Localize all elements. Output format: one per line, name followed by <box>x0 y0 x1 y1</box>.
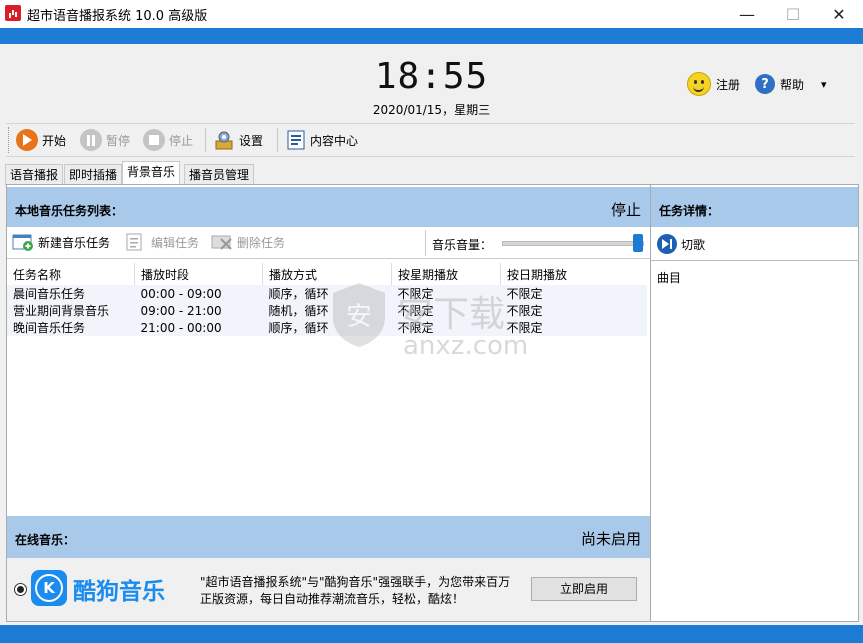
task-detail-panel: 任务详情： 切歌 曲目 <box>650 184 859 622</box>
help-icon: ? <box>755 74 775 94</box>
watermark-shield-icon: 安 <box>329 281 389 349</box>
online-music-title: 在线音乐： <box>15 533 76 547</box>
pause-label: 暂停 <box>106 133 131 148</box>
stop-label: 停止 <box>169 133 194 148</box>
background-music-panel: 本地音乐任务列表： 停止 新建音乐任务 编辑任务 删除任务 音乐音量： 任务名称… <box>6 184 652 622</box>
toolbar-separator <box>277 128 278 152</box>
play-icon <box>16 129 38 151</box>
watermark-text: 安下载 <box>397 294 506 335</box>
kugou-brand-name: 酷狗音乐 <box>73 579 165 605</box>
settings-label: 设置 <box>239 133 264 148</box>
start-button[interactable]: 开始 <box>16 128 66 152</box>
help-button[interactable]: ? 帮助 ▾ <box>755 72 827 96</box>
settings-icon <box>213 129 235 151</box>
register-label: 注册 <box>716 77 741 92</box>
table-header-row: 任务名称 播放时段 播放方式 按星期播放 按日期播放 <box>7 263 647 285</box>
content-center-button[interactable]: 内容中心 <box>286 128 358 152</box>
delete-task-label: 删除任务 <box>237 235 286 250</box>
column-header[interactable]: 按日期播放 <box>501 263 648 285</box>
edit-task-label: 编辑任务 <box>151 235 200 250</box>
online-music-header: 在线音乐： 尚未启用 <box>7 516 651 558</box>
new-music-task-button[interactable]: 新建音乐任务 <box>12 233 110 251</box>
svg-text:安: 安 <box>346 302 372 332</box>
status-bar <box>0 625 863 643</box>
clock-date: 2020/01/15，星期三 <box>372 103 491 117</box>
time-range-cell: 21:00 - 00:00 <box>134 319 263 336</box>
smiley-icon <box>687 72 711 96</box>
column-header[interactable]: 播放时段 <box>134 263 263 285</box>
watermark-url: anxz.com <box>403 331 529 361</box>
table-row[interactable]: 晚间音乐任务 21:00 - 00:00 顺序，循环 不限定 不限定 <box>7 319 647 336</box>
kugou-description-line1: "超市语音播报系统"与"酷狗音乐"强强联手，为您带来百万 <box>200 575 511 589</box>
toolbar-separator <box>205 128 206 152</box>
table-row[interactable]: 营业期间背景音乐 09:00 - 21:00 随机，循环 不限定 不限定 <box>7 302 647 319</box>
minimize-button[interactable]: — <box>724 0 770 28</box>
delete-task-icon <box>211 235 232 250</box>
volume-slider[interactable] <box>502 234 644 252</box>
kugou-radio-button[interactable] <box>14 583 27 596</box>
window-title: 超市语音播报系统 10.0 高级版 <box>27 9 208 24</box>
online-music-section: K 酷狗音乐 "超市语音播报系统"与"酷狗音乐"强强联手，为您带来百万 正版资源… <box>7 558 651 621</box>
register-button[interactable]: 注册 <box>687 72 740 96</box>
pause-icon <box>80 129 102 151</box>
settings-button[interactable]: 设置 <box>213 128 263 152</box>
task-detail-title: 任务详情： <box>659 204 720 218</box>
column-header[interactable]: 按星期播放 <box>391 263 501 285</box>
skip-song-label: 切歌 <box>681 237 706 252</box>
task-name-cell: 晚间音乐任务 <box>7 319 135 336</box>
volume-slider-thumb[interactable] <box>633 234 643 252</box>
new-task-icon <box>12 234 33 251</box>
local-music-title: 本地音乐任务列表： <box>15 204 124 218</box>
tab-announcer-management[interactable]: 播音员管理 <box>184 164 255 185</box>
header-band <box>0 28 863 44</box>
toolbar-grip <box>8 127 12 153</box>
time-range-cell: 09:00 - 21:00 <box>134 302 263 319</box>
stop-icon <box>143 129 165 151</box>
skip-icon <box>657 234 677 254</box>
close-button[interactable]: ✕ <box>816 0 862 28</box>
task-detail-header: 任务详情： <box>651 187 858 227</box>
help-label: 帮助 <box>780 77 805 92</box>
start-label: 开始 <box>42 133 67 148</box>
kugou-description-line2: 正版资源，每日自动推荐潮流音乐，轻松，酷炫！ <box>200 592 465 606</box>
tab-background-music[interactable]: 背景音乐 <box>122 161 181 185</box>
new-music-task-label: 新建音乐任务 <box>38 235 111 250</box>
enable-now-button[interactable]: 立即启用 <box>531 577 637 601</box>
volume-label: 音乐音量： <box>432 238 493 252</box>
pause-button[interactable]: 暂停 <box>80 128 130 152</box>
skip-song-button[interactable]: 切歌 <box>657 234 705 254</box>
column-header[interactable]: 任务名称 <box>7 263 135 285</box>
toolbar-separator <box>425 230 426 256</box>
time-range-cell: 00:00 - 09:00 <box>134 285 263 302</box>
online-music-status: 尚未启用 <box>580 530 641 548</box>
date-cell: 不限定 <box>500 302 647 319</box>
edit-task-icon <box>126 233 142 251</box>
app-icon <box>5 5 21 21</box>
help-dropdown-icon[interactable]: ▾ <box>821 78 827 91</box>
edit-task-button[interactable]: 编辑任务 <box>125 233 199 251</box>
task-name-cell: 晨间音乐任务 <box>7 285 135 302</box>
document-icon <box>286 130 306 150</box>
delete-task-button[interactable]: 删除任务 <box>211 233 285 251</box>
maximize-button[interactable]: ☐ <box>770 0 816 28</box>
stop-button[interactable]: 停止 <box>143 128 193 152</box>
local-music-header: 本地音乐任务列表： 停止 <box>7 187 651 227</box>
kugou-logo-icon: K <box>31 570 67 606</box>
local-music-status: 停止 <box>610 201 641 219</box>
content-center-label: 内容中心 <box>310 133 359 148</box>
local-music-toolbar: 新建音乐任务 编辑任务 删除任务 音乐音量： <box>7 228 651 259</box>
track-column-label: 曲目 <box>657 271 682 285</box>
task-name-cell: 营业期间背景音乐 <box>7 302 135 319</box>
tab-voice-broadcast[interactable]: 语音播报 <box>5 164 64 185</box>
main-toolbar: 开始 暂停 停止 设置 内容中心 <box>6 123 855 157</box>
divider <box>651 260 858 261</box>
date-cell: 不限定 <box>500 285 647 302</box>
table-row[interactable]: 晨间音乐任务 00:00 - 09:00 顺序，循环 不限定 不限定 <box>7 285 647 302</box>
tab-instant-insert[interactable]: 即时插播 <box>64 164 123 185</box>
